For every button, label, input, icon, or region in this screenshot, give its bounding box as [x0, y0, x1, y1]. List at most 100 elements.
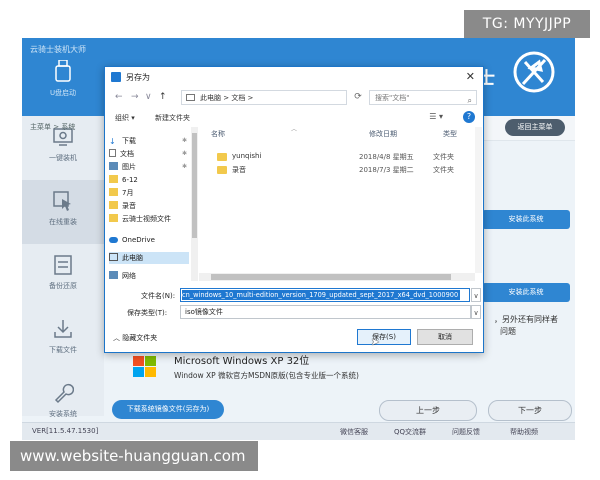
tree-item-july[interactable]: 7月 — [109, 187, 189, 199]
back-arrow-icon[interactable]: ← — [115, 92, 123, 102]
organize-menu[interactable]: 组织 ▾ — [115, 113, 135, 123]
file-row[interactable]: yunqishi 2018/4/8 星期五 文件夹 — [199, 151, 469, 163]
tree-item-video-files[interactable]: 云骑士视频文件 — [109, 213, 189, 225]
help-icon[interactable]: ? — [463, 111, 475, 123]
folder-icon — [217, 166, 227, 174]
horizontal-scrollbar[interactable] — [199, 273, 475, 281]
save-button[interactable]: 保存(S) — [357, 329, 411, 345]
caret-up-icon: ︿ — [113, 334, 120, 342]
tree-label: 图片 — [122, 163, 136, 171]
column-name[interactable]: 名称 — [211, 129, 225, 139]
breadcrumb: 主菜单 > 系统 — [30, 123, 76, 131]
pin-icon: ✱ — [181, 137, 187, 144]
recent-chevron-icon[interactable]: ∨ — [145, 92, 152, 102]
computer-icon — [109, 253, 118, 261]
nav-label: 下载文件 — [49, 346, 77, 354]
chevron-down-icon[interactable]: ∨ — [471, 305, 481, 319]
watermark-top: TG: MYYJJPP — [464, 10, 590, 38]
nav-item-download[interactable]: 下载文件 — [22, 308, 104, 372]
tree-scrollbar[interactable] — [191, 127, 198, 281]
column-date[interactable]: 修改日期 — [369, 129, 397, 139]
nav-item-online-install[interactable]: 在线重装 — [22, 180, 104, 244]
search-input[interactable]: 搜索"文档" ⌕ — [369, 90, 477, 105]
hide-folders-label: 隐藏文件夹 — [122, 334, 158, 342]
document-icon — [109, 149, 116, 157]
cancel-button[interactable]: 取消 — [417, 329, 473, 345]
tree-item-downloads[interactable]: ↓ 下载 ✱ — [109, 135, 189, 147]
search-icon: ⌕ — [467, 96, 472, 105]
file-type: 文件夹 — [433, 153, 454, 161]
qq-group-link[interactable]: QQ交流群 — [394, 427, 426, 437]
tree-item-this-pc[interactable]: 此电脑 — [109, 252, 189, 264]
folder-icon — [109, 214, 118, 222]
install-system-button-2[interactable]: 安装此系统 — [482, 283, 570, 302]
file-date: 2018/4/8 星期五 — [359, 153, 414, 161]
file-row[interactable]: 录音 2018/7/3 星期二 文件夹 — [199, 164, 469, 176]
download-icon — [52, 318, 74, 340]
dialog-title: 另存为 — [126, 73, 150, 82]
version-label: VER[11.5.47.1530] — [32, 427, 99, 435]
folder-icon — [109, 188, 118, 196]
tree-item-onedrive[interactable]: OneDrive — [109, 234, 189, 246]
tree-label: 录音 — [122, 202, 136, 210]
watermark-bottom: www.website-huangguan.com — [10, 441, 258, 471]
file-name: 录音 — [232, 166, 246, 174]
file-name-field[interactable]: cn_windows_10_multi-edition_version_1709… — [180, 288, 470, 302]
tree-item-network[interactable]: 网络 — [109, 270, 189, 282]
chevron-down-icon[interactable]: ∨ — [471, 288, 481, 302]
computer-icon — [186, 94, 195, 101]
download-arrow-icon: ↓ — [109, 137, 116, 146]
pin-icon: ✱ — [181, 150, 187, 157]
feedback-link[interactable]: 问题反馈 — [452, 427, 480, 437]
tree-label: 6-12 — [122, 176, 138, 184]
view-options-icon[interactable]: ☰ ▾ — [429, 112, 443, 121]
new-folder-button[interactable]: 新建文件夹 — [155, 113, 190, 123]
pin-icon: ✱ — [181, 163, 187, 170]
folder-icon — [217, 153, 227, 161]
next-step-button[interactable]: 下一步 — [488, 400, 572, 421]
up-arrow-icon[interactable]: ↑ — [159, 92, 167, 102]
save-type-select[interactable]: iso镜像文件 — [180, 305, 471, 319]
file-type: 文件夹 — [433, 166, 454, 174]
search-placeholder: 搜索"文档" — [375, 94, 410, 102]
cursor-click-icon — [52, 190, 74, 212]
refresh-icon[interactable]: ⟳ — [351, 90, 365, 105]
side-note-2: 问题 — [500, 327, 516, 336]
address-path: 此电脑 > 文档 > — [200, 94, 254, 102]
dialog-titlebar: 另存为 ✕ — [105, 67, 483, 87]
usb-drive-icon — [54, 59, 72, 82]
nav-label: 备份还原 — [49, 282, 77, 290]
return-main-menu-button[interactable]: 返回主菜单 — [505, 119, 565, 136]
tree-item-documents[interactable]: 文档 ✱ — [109, 148, 189, 160]
address-row: ← → ∨ ↑ 此电脑 > 文档 > ⟳ 搜索"文档" ⌕ — [105, 87, 483, 109]
scroll-thumb[interactable] — [211, 274, 451, 280]
download-image-button[interactable]: 下载系统镜像文件(另存为) — [112, 400, 224, 419]
install-system-button-1[interactable]: 安装此系统 — [482, 210, 570, 229]
mouse-cursor-icon: ➤ — [371, 337, 380, 348]
usb-boot-label: U盘启动 — [49, 89, 77, 97]
folder-icon — [109, 175, 118, 183]
prev-step-button[interactable]: 上一步 — [379, 400, 477, 421]
help-video-link[interactable]: 帮助视频 — [510, 427, 538, 437]
tree-item-pictures[interactable]: 图片 ✱ — [109, 161, 189, 173]
folder-icon — [109, 201, 118, 209]
wechat-service-link[interactable]: 微信客服 — [340, 427, 368, 437]
picture-icon — [109, 162, 118, 170]
sort-chevron-icon: ︿ — [291, 126, 298, 133]
close-icon[interactable]: ✕ — [466, 70, 475, 83]
save-dialog-icon — [111, 72, 121, 82]
usb-boot-tab[interactable]: U盘启动 — [22, 38, 104, 116]
tree-item-recordings[interactable]: 录音 — [109, 200, 189, 212]
file-list-scrollbar[interactable] — [475, 127, 482, 273]
address-bar[interactable]: 此电脑 > 文档 > — [181, 90, 347, 105]
hide-folders-toggle[interactable]: ︿ 隐藏文件夹 — [113, 333, 157, 343]
nav-item-backup[interactable]: 备份还原 — [22, 244, 104, 308]
file-date: 2018/7/3 星期二 — [359, 166, 414, 174]
forward-arrow-icon[interactable]: → — [131, 92, 139, 102]
knight-logo-icon — [513, 51, 555, 93]
tree-item-6-12[interactable]: 6-12 — [109, 174, 189, 186]
scroll-thumb[interactable] — [192, 133, 197, 238]
column-type[interactable]: 类型 — [443, 129, 457, 139]
file-name-value: cn_windows_10_multi-edition_version_1709… — [182, 290, 461, 300]
file-list: 名称 ︿ 修改日期 类型 yunqishi 2018/4/8 星期五 文件夹 录… — [199, 126, 483, 281]
